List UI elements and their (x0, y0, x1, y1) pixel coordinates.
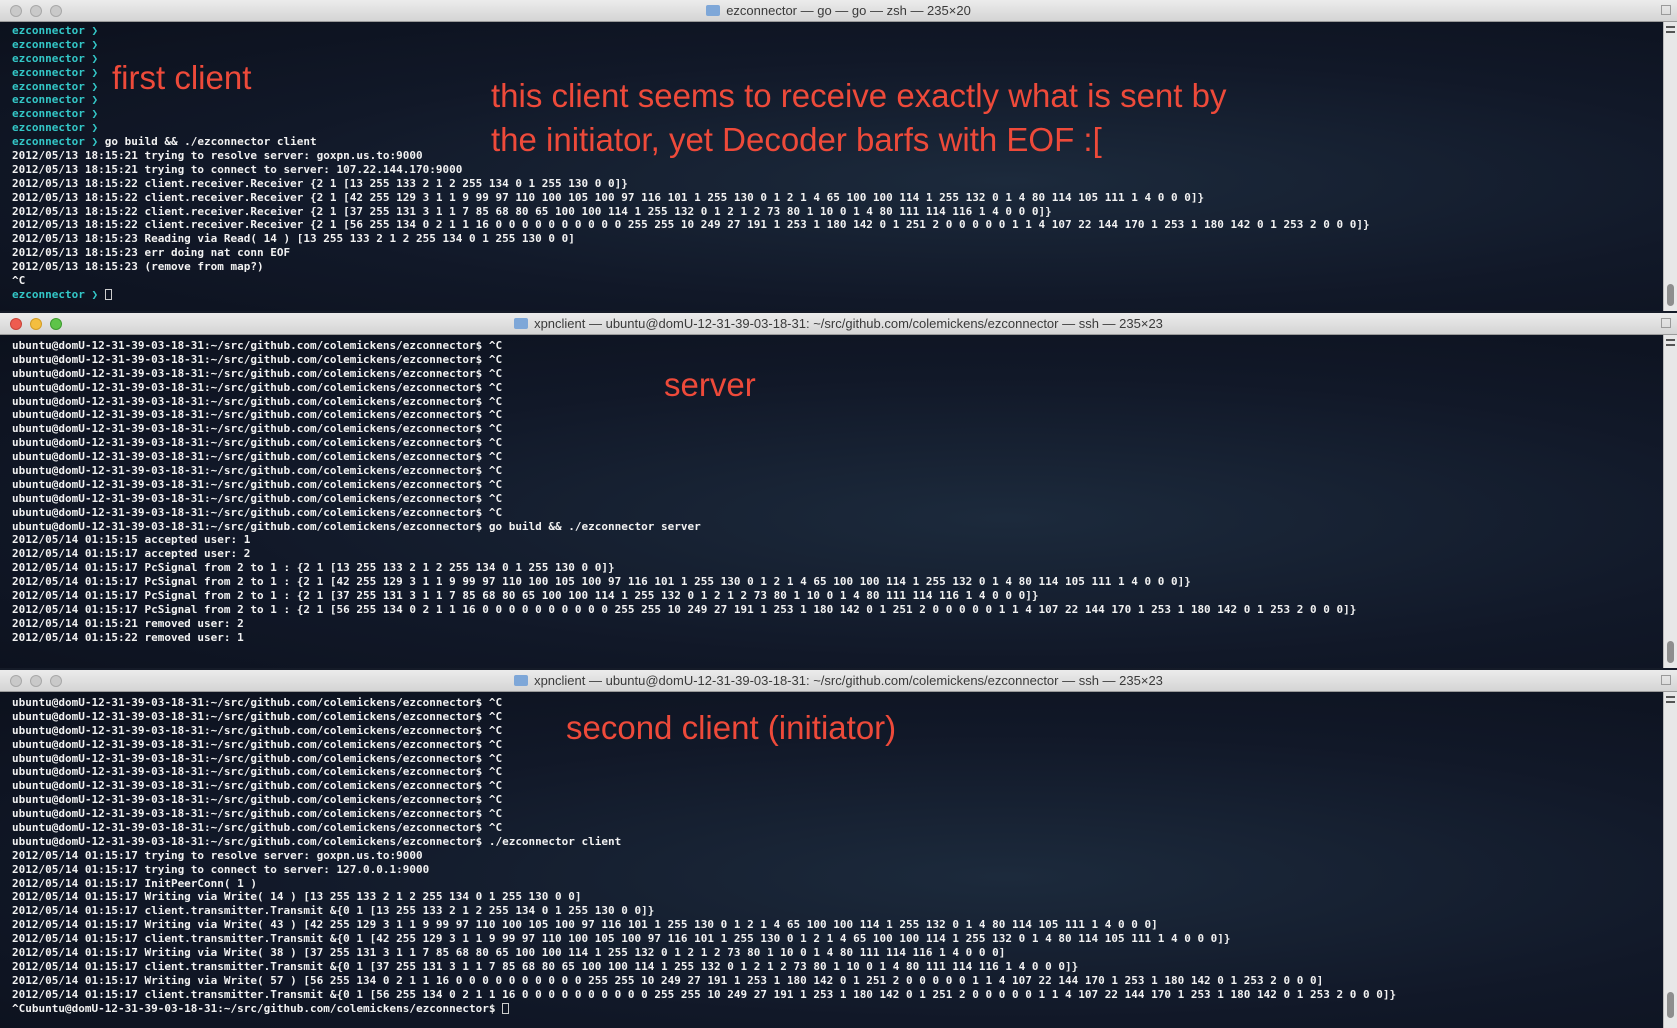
terminal-line: ubuntu@domU-12-31-39-03-18-31:~/src/gith… (12, 380, 503, 394)
terminal-line: 2012/05/14 01:15:17 Writing via Write( 4… (12, 918, 1158, 932)
output-line: 2012/05/13 18:15:23 (remove from map?) (12, 260, 264, 274)
terminal-line: ubuntu@domU-12-31-39-03-18-31:~/src/gith… (12, 505, 503, 519)
terminal-line: 2012/05/14 01:15:17 client.transmitter.T… (12, 987, 1397, 1001)
scrollbar[interactable] (1663, 692, 1677, 1028)
fullscreen-icon[interactable] (1661, 5, 1671, 15)
terminal-line: 2012/05/14 01:15:17 client.transmitter.T… (12, 932, 1231, 946)
terminal-line: 2012/05/14 01:15:17 PcSignal from 2 to 1… (12, 602, 1357, 616)
terminal-output: ubuntu@domU-12-31-39-03-18-31:~/src/gith… (0, 335, 1677, 645)
terminal-line: ubuntu@domU-12-31-39-03-18-31:~/src/gith… (12, 366, 503, 380)
window-title: xpnclient — ubuntu@domU-12-31-39-03-18-3… (534, 673, 1163, 688)
terminal-line: ubuntu@domU-12-31-39-03-18-31:~/src/gith… (12, 422, 503, 436)
terminal-content[interactable]: ubuntu@domU-12-31-39-03-18-31:~/src/gith… (0, 335, 1677, 668)
output-line: ^C (12, 274, 26, 288)
terminal-line: 2012/05/14 01:15:17 Writing via Write( 3… (12, 946, 1006, 960)
scrollbar[interactable] (1663, 22, 1677, 311)
terminal-line: ^Cubuntu@domU-12-31-39-03-18-31:~/src/gi… (12, 1002, 1677, 1016)
terminal-line: 2012/05/14 01:15:17 client.transmitter.T… (12, 904, 655, 918)
prompt-line: ezconnector ❯ (12, 37, 99, 51)
terminal-line: ubuntu@domU-12-31-39-03-18-31:~/src/gith… (12, 821, 503, 835)
annotation-first-client: first client (112, 59, 252, 96)
scrollbar-menu-icon (1666, 339, 1675, 346)
terminal-window-second-client[interactable]: xpnclient — ubuntu@domU-12-31-39-03-18-3… (0, 670, 1677, 1028)
cursor (104, 288, 112, 300)
annotation-server: server (664, 366, 756, 403)
terminal-window-first-client[interactable]: ezconnector — go — go — zsh — 235×20 ezc… (0, 0, 1677, 311)
output-line: 2012/05/13 18:15:22 client.receiver.Rece… (12, 204, 1052, 218)
terminal-line: ubuntu@domU-12-31-39-03-18-31:~/src/gith… (12, 408, 503, 422)
terminal-line: 2012/05/14 01:15:15 accepted user: 1 (12, 533, 251, 547)
annotation-note-line-1: this client seems to receive exactly wha… (491, 77, 1227, 114)
window-title: ezconnector — go — go — zsh — 235×20 (726, 3, 971, 18)
output-line: 2012/05/13 18:15:22 client.receiver.Rece… (12, 218, 1370, 232)
terminal-line: 2012/05/14 01:15:17 PcSignal from 2 to 1… (12, 589, 1039, 603)
fullscreen-icon[interactable] (1661, 675, 1671, 685)
terminal-content[interactable]: ubuntu@domU-12-31-39-03-18-31:~/src/gith… (0, 692, 1677, 1028)
cursor (502, 1002, 510, 1014)
terminal-line: 2012/05/14 01:15:21 removed user: 2 (12, 616, 244, 630)
terminal-line: ubuntu@domU-12-31-39-03-18-31:~/src/gith… (12, 751, 503, 765)
window-titlebar[interactable]: xpnclient — ubuntu@domU-12-31-39-03-18-3… (0, 670, 1677, 692)
terminal-line: ubuntu@domU-12-31-39-03-18-31:~/src/gith… (12, 464, 503, 478)
terminal-line: 2012/05/14 01:15:17 client.transmitter.T… (12, 959, 1079, 973)
terminal-line: ubuntu@domU-12-31-39-03-18-31:~/src/gith… (12, 352, 503, 366)
output-line: 2012/05/13 18:15:21 trying to connect to… (12, 162, 463, 176)
scrollbar-thumb[interactable] (1667, 641, 1674, 663)
annotation-note-line-2: the initiator, yet Decoder barfs with EO… (491, 121, 1102, 158)
terminal-line: ubuntu@domU-12-31-39-03-18-31:~/src/gith… (12, 779, 503, 793)
scrollbar-thumb[interactable] (1667, 284, 1674, 306)
scrollbar-menu-icon (1666, 696, 1675, 703)
prompt-line: ezconnector ❯ (12, 288, 1677, 302)
terminal-line: 2012/05/14 01:15:17 InitPeerConn( 1 ) (12, 876, 258, 890)
annotation-second-client: second client (initiator) (566, 709, 897, 746)
output-line: 2012/05/13 18:15:23 Reading via Read( 14… (12, 232, 575, 246)
folder-icon (514, 675, 529, 686)
terminal-line: 2012/05/14 01:15:17 Writing via Write( 5… (12, 973, 1324, 987)
terminal-line: 2012/05/14 01:15:22 removed user: 1 (12, 630, 244, 644)
window-title: xpnclient — ubuntu@domU-12-31-39-03-18-3… (534, 316, 1163, 331)
terminal-window-server[interactable]: xpnclient — ubuntu@domU-12-31-39-03-18-3… (0, 313, 1677, 668)
terminal-line: ubuntu@domU-12-31-39-03-18-31:~/src/gith… (12, 477, 503, 491)
prompt-line: ezconnector ❯ (12, 24, 99, 37)
window-titlebar[interactable]: ezconnector — go — go — zsh — 235×20 (0, 0, 1677, 22)
terminal-line: ubuntu@domU-12-31-39-03-18-31:~/src/gith… (12, 807, 503, 821)
fullscreen-icon[interactable] (1661, 318, 1671, 328)
terminal-content[interactable]: ezconnector ❯ ezconnector ❯ ezconnector … (0, 22, 1677, 311)
terminal-line: ubuntu@domU-12-31-39-03-18-31:~/src/gith… (12, 491, 503, 505)
terminal-line: ubuntu@domU-12-31-39-03-18-31:~/src/gith… (12, 834, 622, 848)
output-line: 2012/05/13 18:15:22 client.receiver.Rece… (12, 190, 1205, 204)
terminal-line: 2012/05/14 01:15:17 PcSignal from 2 to 1… (12, 561, 615, 575)
folder-icon (514, 318, 529, 329)
scrollbar-menu-icon (1666, 26, 1675, 33)
scrollbar-thumb[interactable] (1667, 992, 1674, 1018)
terminal-line: ubuntu@domU-12-31-39-03-18-31:~/src/gith… (12, 765, 503, 779)
terminal-line: 2012/05/14 01:15:17 PcSignal from 2 to 1… (12, 575, 1191, 589)
folder-icon (706, 5, 721, 16)
terminal-line: ubuntu@domU-12-31-39-03-18-31:~/src/gith… (12, 519, 701, 533)
terminal-line: 2012/05/14 01:15:17 accepted user: 2 (12, 547, 251, 561)
terminal-line: ubuntu@domU-12-31-39-03-18-31:~/src/gith… (12, 793, 503, 807)
terminal-line: 2012/05/14 01:15:17 trying to connect to… (12, 862, 430, 876)
window-titlebar[interactable]: xpnclient — ubuntu@domU-12-31-39-03-18-3… (0, 313, 1677, 335)
terminal-line: ubuntu@domU-12-31-39-03-18-31:~/src/gith… (12, 436, 503, 450)
terminal-line: ubuntu@domU-12-31-39-03-18-31:~/src/gith… (12, 450, 503, 464)
prompt-line: ezconnector ❯ (12, 51, 99, 65)
output-line: 2012/05/13 18:15:22 client.receiver.Rece… (12, 176, 628, 190)
scrollbar[interactable] (1663, 335, 1677, 668)
output-line: 2012/05/13 18:15:23 err doing nat conn E… (12, 246, 291, 260)
terminal-line: ubuntu@domU-12-31-39-03-18-31:~/src/gith… (12, 339, 503, 352)
terminal-line: ubuntu@domU-12-31-39-03-18-31:~/src/gith… (12, 394, 503, 408)
terminal-line: 2012/05/14 01:15:17 trying to resolve se… (12, 848, 423, 862)
terminal-line: 2012/05/14 01:15:17 Writing via Write( 1… (12, 890, 582, 904)
